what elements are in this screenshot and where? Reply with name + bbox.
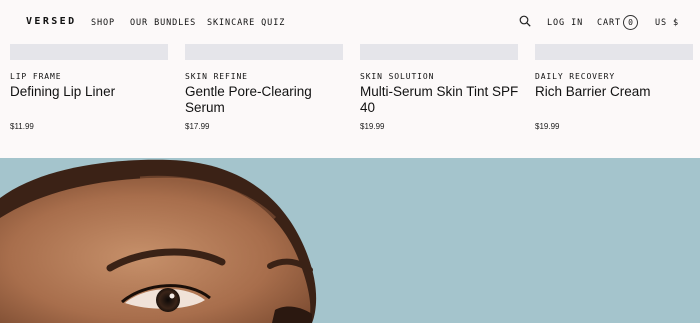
product-name[interactable]: Gentle Pore-Clearing Serum (185, 84, 355, 116)
search-icon[interactable] (519, 15, 531, 27)
product-name[interactable]: Rich Barrier Cream (535, 84, 700, 100)
product-image[interactable] (185, 44, 343, 60)
product-category: SKIN REFINE (185, 72, 248, 81)
nav-link-shop[interactable]: SHOP (91, 18, 115, 28)
product-name[interactable]: Multi-Serum Skin Tint SPF 40 (360, 84, 530, 116)
login-link[interactable]: LOG IN (547, 18, 583, 28)
product-category: LIP FRAME (10, 72, 62, 81)
currency-selector[interactable]: US $ (655, 18, 679, 28)
product-image[interactable] (10, 44, 168, 60)
product-image[interactable] (360, 44, 518, 60)
hero-model-photo (0, 159, 317, 323)
cart-count-badge[interactable]: 0 (623, 15, 638, 30)
product-category: SKIN SOLUTION (360, 72, 435, 81)
cart-link[interactable]: CART (597, 18, 621, 28)
product-grid: LIP FRAME Defining Lip Liner $11.99 SKIN… (0, 44, 700, 158)
product-price: $17.99 (185, 122, 210, 131)
nav-link-our-bundles[interactable]: OUR BUNDLES (130, 18, 196, 28)
nav-link-skincare-quiz[interactable]: SKINCARE QUIZ (207, 18, 285, 28)
product-price: $19.99 (535, 122, 560, 131)
product-price: $11.99 (10, 122, 34, 131)
brand-logo[interactable]: VERSED (26, 16, 77, 27)
product-price: $19.99 (360, 122, 385, 131)
hero-banner (0, 158, 700, 323)
product-name[interactable]: Defining Lip Liner (10, 84, 180, 100)
product-image[interactable] (535, 44, 693, 60)
top-navigation: VERSED SHOP OUR BUNDLES SKINCARE QUIZ LO… (0, 0, 700, 44)
product-category: DAILY RECOVERY (535, 72, 616, 81)
